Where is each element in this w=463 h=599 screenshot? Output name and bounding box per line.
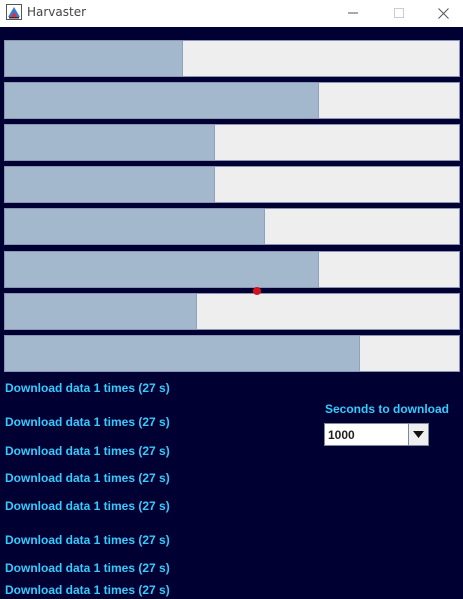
maximize-button[interactable] <box>376 0 422 26</box>
download-label-3: Download data 1 times (27 s) <box>5 444 170 458</box>
progress-fill-1 <box>5 41 184 76</box>
seconds-dropdown-button[interactable] <box>408 424 428 445</box>
progress-bar-3 <box>4 124 460 161</box>
triangle-down-icon <box>413 431 424 438</box>
close-icon <box>437 7 449 19</box>
progress-fill-2 <box>5 83 320 118</box>
progress-bar-8 <box>4 335 460 372</box>
minimize-icon <box>348 12 358 14</box>
progress-fill-8 <box>5 336 361 371</box>
maximize-icon <box>394 8 404 18</box>
seconds-value: 1000 <box>328 428 355 442</box>
app-icon <box>6 4 22 20</box>
progress-bar-5 <box>4 208 460 245</box>
minimize-button[interactable] <box>330 0 376 26</box>
progress-bar-1 <box>4 40 460 77</box>
download-label-4: Download data 1 times (27 s) <box>5 471 170 485</box>
download-label-5: Download data 1 times (27 s) <box>5 499 170 513</box>
progress-bar-6 <box>4 251 460 288</box>
seconds-label: Seconds to download <box>325 402 450 416</box>
window-title: Harvaster <box>27 5 87 19</box>
progress-fill-5 <box>5 209 265 244</box>
download-label-8: Download data 1 times (27 s) <box>5 583 170 597</box>
progress-fill-7 <box>5 294 197 329</box>
download-label-2: Download data 1 times (27 s) <box>5 415 170 429</box>
main-panel: Download data 1 times (27 s) Download da… <box>0 27 463 599</box>
progress-bar-2 <box>4 82 460 119</box>
progress-fill-6 <box>5 252 320 287</box>
progress-bar-4 <box>4 166 460 203</box>
progress-fill-4 <box>5 167 215 202</box>
download-label-6: Download data 1 times (27 s) <box>5 533 170 547</box>
title-bar: Harvaster <box>0 0 463 26</box>
download-label-7: Download data 1 times (27 s) <box>5 561 170 575</box>
seconds-combobox[interactable]: 1000 <box>324 423 429 446</box>
marker-dot <box>253 287 261 295</box>
close-button[interactable] <box>420 0 463 26</box>
progress-fill-3 <box>5 125 215 160</box>
progress-bar-7 <box>4 293 460 330</box>
download-label-1: Download data 1 times (27 s) <box>5 381 170 395</box>
